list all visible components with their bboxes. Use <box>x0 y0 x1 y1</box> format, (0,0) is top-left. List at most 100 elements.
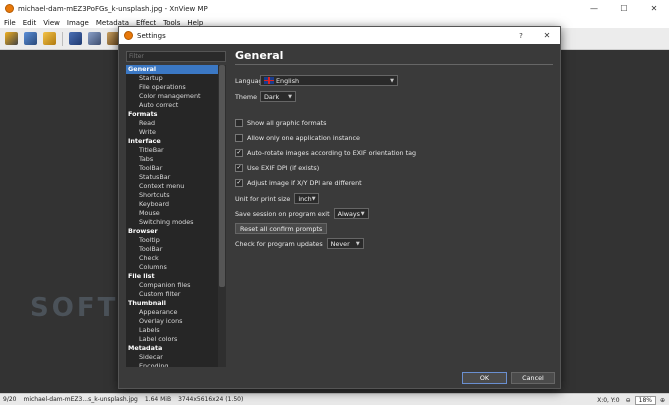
save-session-select[interactable]: Always ▼ <box>333 208 369 219</box>
print-unit-value: inch <box>298 194 312 203</box>
open-folder-icon[interactable] <box>43 32 56 45</box>
status-index: 9/20 <box>3 396 17 403</box>
dialog-close-button[interactable]: ✕ <box>534 31 560 40</box>
print-unit-select[interactable]: inch ▼ <box>294 193 320 204</box>
menu-edit[interactable]: Edit <box>23 19 37 27</box>
tree-item[interactable]: Keyboard <box>126 200 218 209</box>
single-instance-checkbox[interactable] <box>235 134 243 142</box>
tree-item[interactable]: StatusBar <box>126 173 218 182</box>
tree-scrollbar[interactable] <box>218 65 226 367</box>
window-title: michael-dam-mEZ3PoFGs_k-unsplash.jpg - X… <box>18 4 208 13</box>
xnview-app-icon <box>5 4 14 13</box>
tree-item[interactable]: Tabs <box>126 155 218 164</box>
tree-item[interactable]: ToolBar <box>126 245 218 254</box>
print-unit-label: Unit for print size <box>235 194 291 203</box>
updates-label: Check for program updates <box>235 239 323 248</box>
tree-item[interactable]: Columns <box>126 263 218 272</box>
tree-item[interactable]: Color management <box>126 92 218 101</box>
save-session-value: Always <box>337 209 360 218</box>
chevron-down-icon: ▼ <box>390 77 394 84</box>
dialog-app-icon <box>124 31 133 40</box>
uk-flag-icon <box>264 77 274 84</box>
tree-item[interactable]: Tooltip <box>126 236 218 245</box>
tree-group[interactable]: Thumbnail <box>126 299 218 308</box>
window-titlebar: michael-dam-mEZ3PoFGs_k-unsplash.jpg - X… <box>0 0 669 17</box>
save-session-label: Save session on program exit <box>235 209 330 218</box>
show-all-formats-checkbox[interactable] <box>235 119 243 127</box>
general-settings-panel: General Language English ▼ Theme Dark ▼ … <box>235 49 553 249</box>
status-coords: X:0, Y:0 <box>597 396 620 404</box>
filter-input[interactable] <box>126 51 226 62</box>
ok-button[interactable]: OK <box>462 372 507 384</box>
status-right: X:0, Y:0 ⊖ 18% ⊕ <box>597 394 665 405</box>
show-all-formats-label: Show all graphic formats <box>247 119 327 127</box>
tree-item[interactable]: Appearance <box>126 308 218 317</box>
tree-item[interactable]: Auto correct <box>126 101 218 110</box>
tree-group[interactable]: Metadata <box>126 344 218 353</box>
help-button[interactable]: ? <box>508 32 534 40</box>
settings-category-tree: General Startup File operations Color manag… <box>126 65 218 367</box>
status-bar: 9/20 michael-dam-mEZ3...s_k-unsplash.jpg… <box>0 393 669 405</box>
settings-dialog: Settings ? ✕ GeneralStartupFile operatio… <box>118 26 561 389</box>
tree-item[interactable]: Check <box>126 254 218 263</box>
tree-item[interactable]: ToolBar <box>126 164 218 173</box>
reset-prompts-button[interactable]: Reset all confirm prompts <box>235 223 328 234</box>
dialog-titlebar: Settings ? ✕ <box>119 27 560 44</box>
chevron-down-icon: ▼ <box>360 210 365 217</box>
tree-item[interactable]: TitleBar <box>126 146 218 155</box>
status-dimensions: 3744x5616x24 (1.50) <box>178 396 244 403</box>
zoom-level[interactable]: 18% <box>634 395 656 405</box>
tree-item[interactable]: Sidecar <box>126 353 218 362</box>
tree-group[interactable]: General <box>126 65 218 74</box>
tree-item[interactable]: Custom filter <box>126 290 218 299</box>
fullscreen-icon[interactable] <box>24 32 37 45</box>
language-label: Language <box>235 76 267 85</box>
language-value: English <box>276 76 300 85</box>
tree-group[interactable]: File list <box>126 272 218 281</box>
chevron-down-icon: ▼ <box>288 93 292 100</box>
tree-item[interactable]: Label colors <box>126 335 218 344</box>
zoom-in-icon[interactable]: ⊕ <box>660 397 665 404</box>
tree-group[interactable]: Formats <box>126 110 218 119</box>
tree-item[interactable]: Labels <box>126 326 218 335</box>
tree-item[interactable]: Encoding <box>126 362 218 367</box>
use-exif-dpi-checkbox[interactable]: ✓ <box>235 164 243 172</box>
cancel-button[interactable]: Cancel <box>511 372 555 384</box>
tree-scrollbar-thumb[interactable] <box>219 65 225 287</box>
close-window-button[interactable]: ✕ <box>639 0 669 17</box>
single-instance-label: Allow only one application instance <box>247 134 360 142</box>
tree-group[interactable]: Interface <box>126 137 218 146</box>
tree-item[interactable]: Mouse <box>126 209 218 218</box>
auto-rotate-label: Auto-rotate images according to EXIF ori… <box>247 149 417 157</box>
tree-item[interactable]: Companion files <box>126 281 218 290</box>
tree-item[interactable]: Context menu <box>126 182 218 191</box>
browser-icon[interactable] <box>5 32 18 45</box>
tree-item[interactable]: Switching modes <box>126 218 218 227</box>
section-divider <box>235 64 553 65</box>
menu-view[interactable]: View <box>43 19 60 27</box>
tree-group[interactable]: Browser <box>126 227 218 236</box>
tree-item[interactable]: Shortcuts <box>126 191 218 200</box>
updates-select[interactable]: Never ▼ <box>326 238 364 249</box>
adjust-dpi-checkbox[interactable]: ✓ <box>235 179 243 187</box>
menu-image[interactable]: Image <box>67 19 89 27</box>
updates-value: Never <box>330 239 350 248</box>
zoom-out-icon[interactable]: ⊖ <box>626 397 631 404</box>
maximize-button[interactable]: ☐ <box>609 0 639 17</box>
tree-item[interactable]: File operations <box>126 83 218 92</box>
save-icon[interactable] <box>69 32 82 45</box>
tree-item[interactable]: Overlay icons <box>126 317 218 326</box>
tree-item[interactable]: Startup <box>126 74 218 83</box>
theme-label: Theme <box>235 92 258 101</box>
language-select[interactable]: English ▼ <box>260 75 398 86</box>
tree-item[interactable]: Read <box>126 119 218 128</box>
chevron-down-icon: ▼ <box>355 240 360 247</box>
chevron-down-icon: ▼ <box>311 195 316 202</box>
toolbar-separator <box>62 31 63 46</box>
theme-select[interactable]: Dark ▼ <box>260 91 296 102</box>
tree-item[interactable]: Write <box>126 128 218 137</box>
auto-rotate-checkbox[interactable]: ✓ <box>235 149 243 157</box>
minimize-button[interactable]: — <box>579 0 609 17</box>
print-icon[interactable] <box>88 32 101 45</box>
menu-file[interactable]: File <box>4 19 16 27</box>
